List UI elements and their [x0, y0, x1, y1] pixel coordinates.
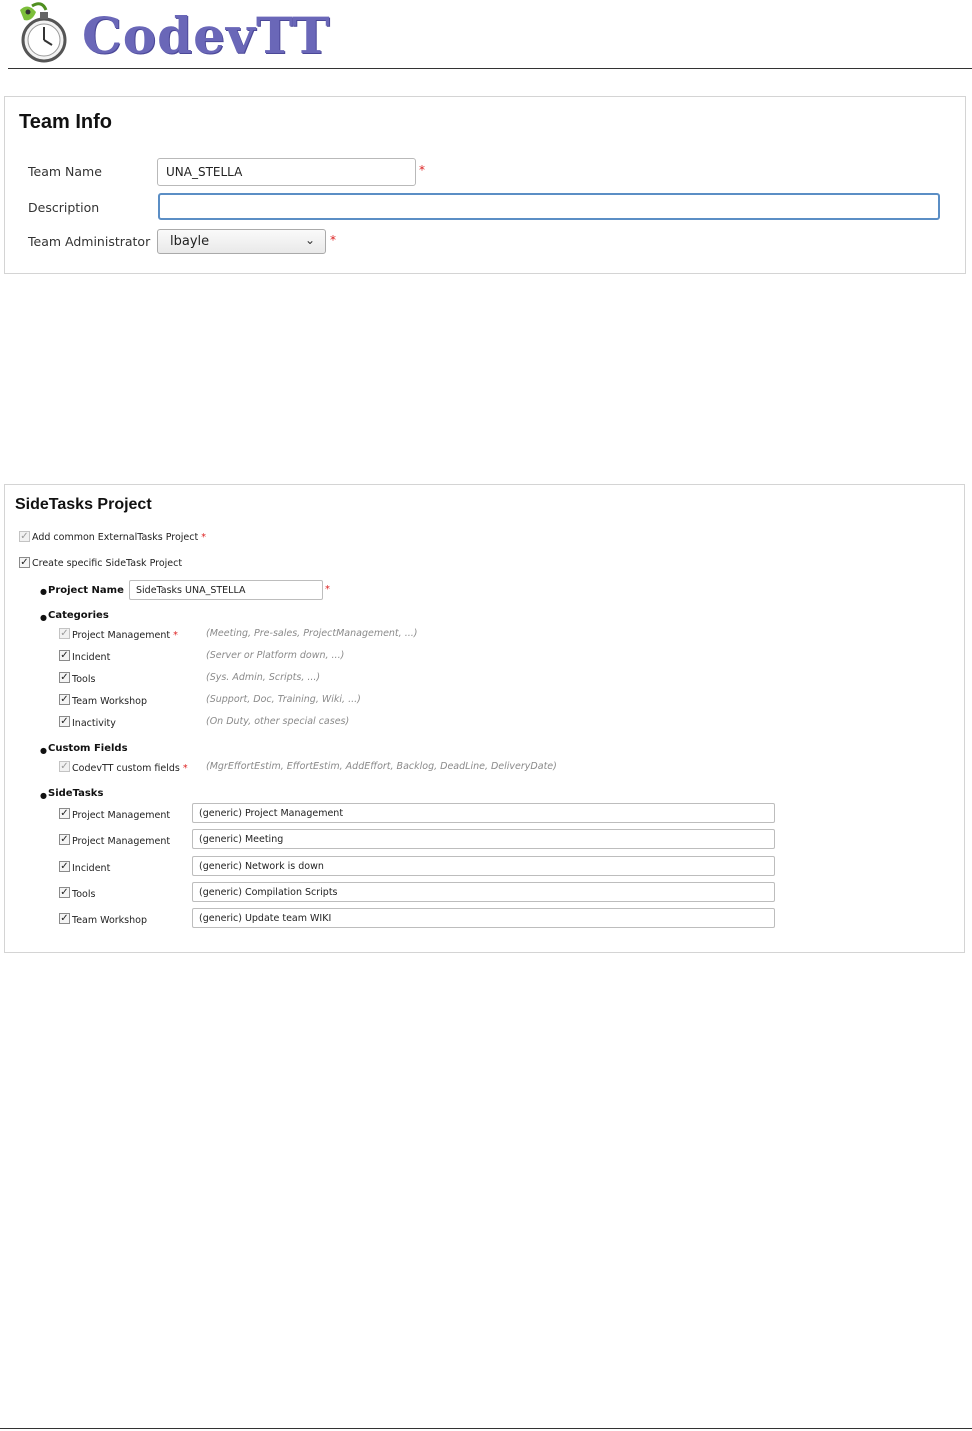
sidetask-category-label: Project Management	[72, 836, 171, 847]
stopwatch-logo-icon	[20, 2, 67, 63]
required-marker: *	[325, 584, 330, 595]
category-checkbox[interactable]: ✓	[59, 694, 70, 705]
sidetask-name-input[interactable]	[192, 803, 775, 823]
project-name-label: Project Name	[48, 585, 124, 596]
category-hint: (Sys. Admin, Scripts, ...)	[206, 672, 321, 683]
category-label: Tools	[72, 674, 96, 685]
bullet-icon: ●	[40, 791, 47, 800]
category-hint: (Server or Platform down, ...)	[206, 650, 345, 661]
sidetask-name-input[interactable]	[192, 882, 775, 902]
required-marker: *	[419, 163, 425, 177]
chevron-down-icon: ⌄	[304, 233, 315, 247]
bullet-icon: ●	[40, 613, 47, 622]
sidetask-name-input[interactable]	[192, 829, 775, 849]
team-name-label: Team Name	[28, 164, 102, 179]
team-admin-selected: lbayle	[170, 234, 210, 249]
bullet-icon: ●	[40, 587, 47, 596]
team-admin-label: Team Administrator	[28, 234, 151, 249]
custom-fields-hint: (MgrEffortEstim, EffortEstim, AddEffort,…	[206, 761, 557, 772]
team-name-input[interactable]	[157, 158, 416, 186]
header-divider	[8, 68, 972, 69]
sidetask-category-label: Incident	[72, 863, 111, 874]
category-checkbox[interactable]: ✓	[59, 650, 70, 661]
category-hint: (Meeting, Pre-sales, ProjectManagement, …	[206, 628, 418, 639]
description-input[interactable]	[158, 193, 940, 220]
sidetask-category-label: Tools	[72, 889, 96, 900]
sidetask-category-label: Team Workshop	[72, 915, 147, 926]
sidetask-category-label: Project Management	[72, 810, 171, 821]
category-checkbox[interactable]: ✓	[59, 672, 70, 683]
add-common-label: Add common ExternalTasks Project *	[32, 532, 206, 543]
category-label: Project Management *	[72, 630, 178, 641]
custom-fields-label: Custom Fields	[48, 743, 128, 754]
sidetask-checkbox[interactable]: ✓	[59, 834, 70, 845]
sidetask-checkbox[interactable]: ✓	[59, 913, 70, 924]
team-admin-select[interactable]: lbayle ⌄	[157, 229, 326, 254]
sidetasks-list-label: SideTasks	[48, 788, 104, 799]
create-specific-label: Create specific SideTask Project	[32, 558, 183, 569]
page-header: CodevTT	[0, 0, 972, 70]
category-label: Incident	[72, 652, 111, 663]
team-info-panel: Team Info Team Name * Description Team A…	[4, 96, 966, 274]
sidetasks-title: SideTasks Project	[15, 496, 152, 513]
team-info-title: Team Info	[19, 111, 112, 133]
bullet-icon: ●	[40, 746, 47, 755]
app-logo-text: CodevTT	[82, 6, 331, 65]
custom-fields-checkbox[interactable]: ✓	[59, 761, 70, 772]
category-hint: (On Duty, other special cases)	[206, 716, 350, 727]
description-label: Description	[28, 200, 100, 215]
category-checkbox[interactable]: ✓	[59, 716, 70, 727]
sidetask-name-input[interactable]	[192, 856, 775, 876]
sidetasks-panel: SideTasks Project ✓ Add common ExternalT…	[4, 484, 965, 953]
project-name-input[interactable]	[129, 580, 323, 600]
custom-fields-item-label: CodevTT custom fields *	[72, 763, 188, 774]
sidetask-checkbox[interactable]: ✓	[59, 887, 70, 898]
category-label: Team Workshop	[72, 696, 147, 707]
category-hint: (Support, Doc, Training, Wiki, ...)	[206, 694, 361, 705]
categories-label: Categories	[48, 610, 109, 621]
create-specific-checkbox[interactable]: ✓	[19, 557, 30, 568]
sidetask-name-input[interactable]	[192, 908, 775, 928]
sidetask-checkbox[interactable]: ✓	[59, 808, 70, 819]
category-checkbox[interactable]: ✓	[59, 628, 70, 639]
category-label: Inactivity	[72, 718, 116, 729]
sidetask-checkbox[interactable]: ✓	[59, 861, 70, 872]
add-common-checkbox[interactable]: ✓	[19, 531, 30, 542]
required-marker: *	[330, 233, 336, 247]
footer-divider	[0, 1428, 972, 1429]
